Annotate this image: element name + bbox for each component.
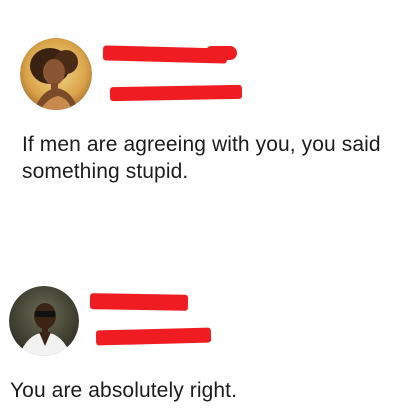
original-post: If men are agreeing with you, you said s… xyxy=(0,0,412,215)
author-handle-redaction xyxy=(95,327,212,346)
author-name-redaction xyxy=(89,293,189,311)
author-name-redaction-tail xyxy=(205,46,237,60)
user-avatar-man-icon xyxy=(9,286,79,356)
social-feed: If men are agreeing with you, you said s… xyxy=(0,0,412,412)
post-body-line: You are absolutely right. xyxy=(10,379,238,402)
reply-post: You are absolutely right. xyxy=(0,265,412,412)
author-avatar[interactable] xyxy=(20,38,92,110)
post-body-line: If men are agreeing with you, you said xyxy=(22,133,381,156)
post-body: If men are agreeing with you, you said s… xyxy=(22,131,381,185)
author-avatar[interactable] xyxy=(9,286,79,356)
post-body-line: something stupid. xyxy=(22,160,189,183)
author-handle-redaction xyxy=(109,84,243,102)
post-body: You are absolutely right. xyxy=(10,377,237,404)
user-avatar-woman-icon xyxy=(20,38,92,110)
